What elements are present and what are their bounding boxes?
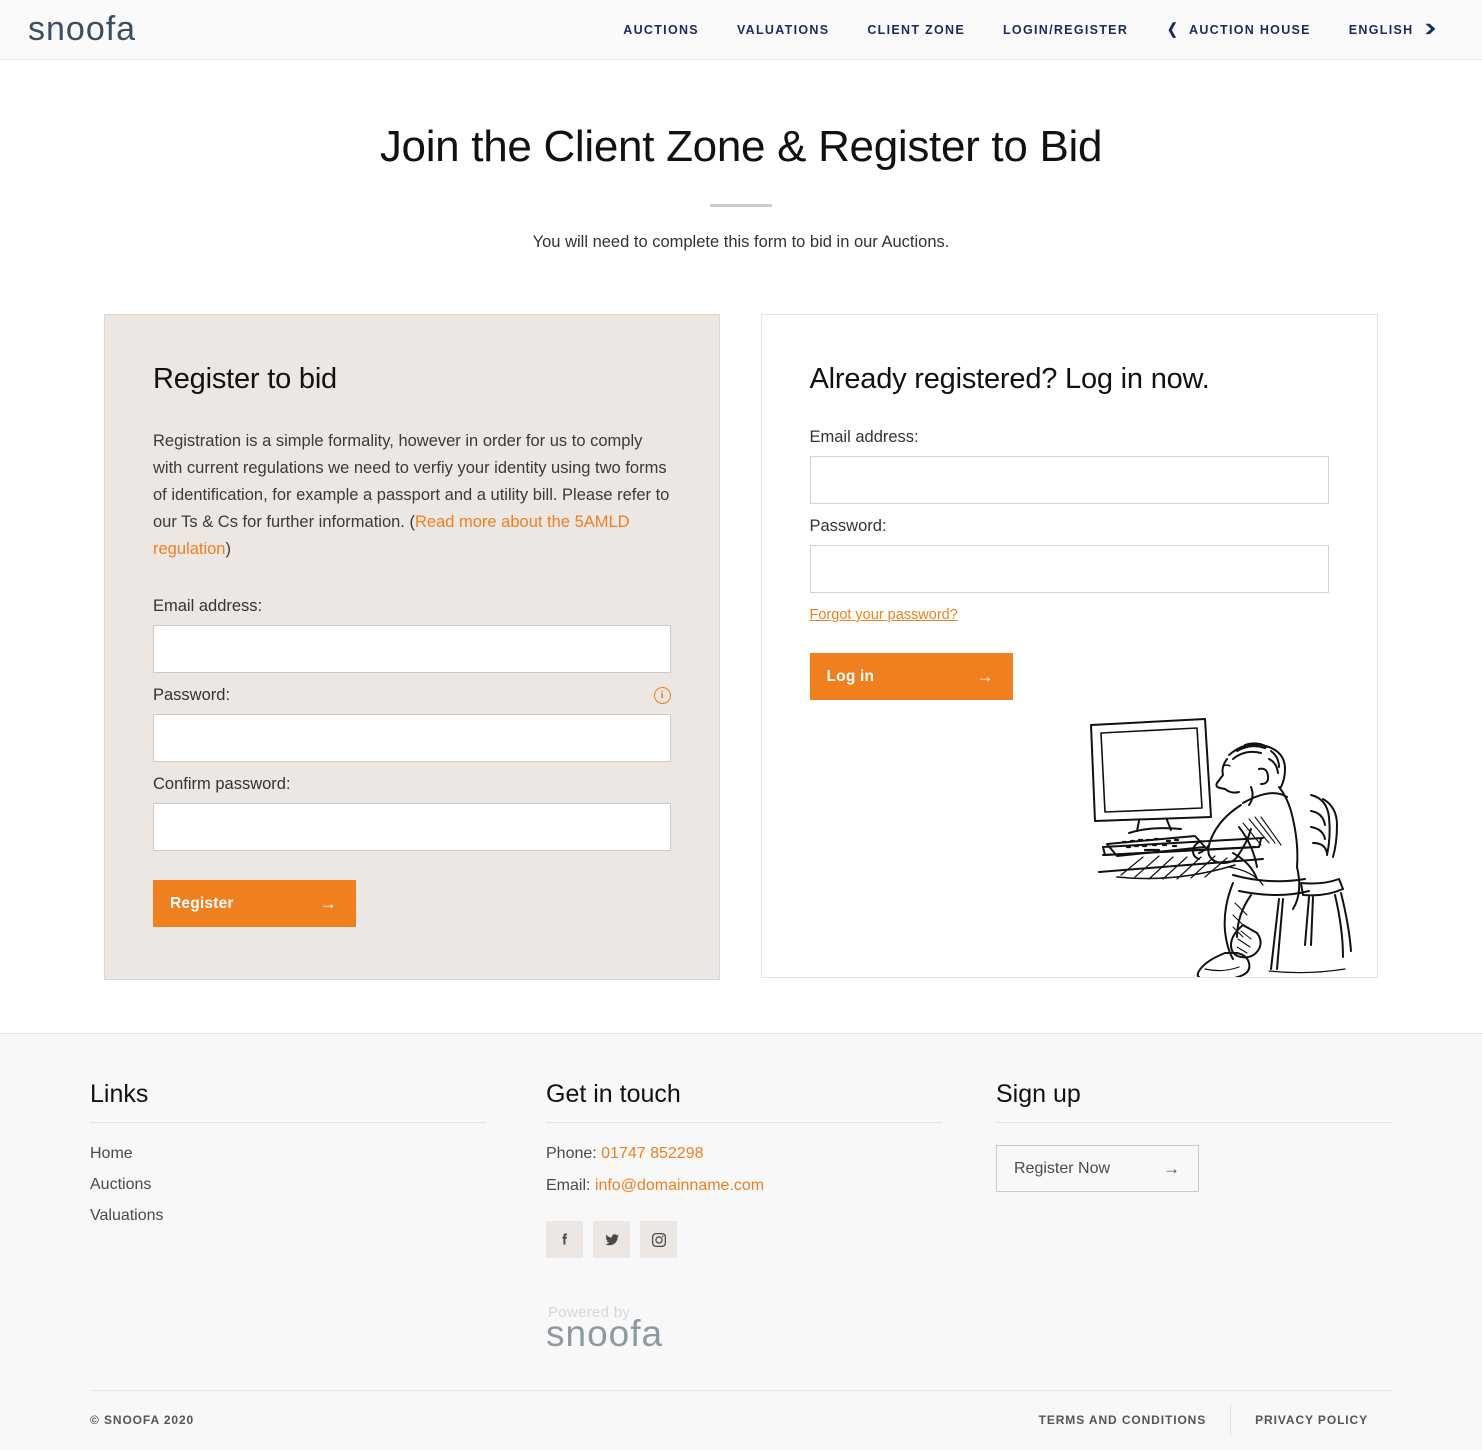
register-password-input[interactable] <box>153 714 671 762</box>
privacy-policy-link[interactable]: PRIVACY POLICY <box>1231 1413 1392 1427</box>
twitter-icon[interactable] <box>593 1221 630 1258</box>
login-panel-title: Already registered? Log in now. <box>809 363 1210 395</box>
forgot-password-row: Forgot your password? <box>810 606 1330 624</box>
register-email-label-row: Email address: <box>153 597 671 616</box>
login-email-label-row: Email address: <box>810 428 1330 447</box>
logo[interactable]: snoofa <box>28 12 136 46</box>
register-confirm-field-group: Confirm password: <box>153 775 671 851</box>
footer-phone-value[interactable]: 01747 852298 <box>601 1145 703 1162</box>
login-password-input[interactable] <box>809 545 1329 593</box>
nav-item-client-zone[interactable]: CLIENT ZONE <box>848 23 984 37</box>
login-email-label: Email address: <box>809 428 919 446</box>
footer-email-row: Email: info@domainname.com <box>546 1177 936 1195</box>
login-password-label-row: Password: <box>810 517 1330 536</box>
nav-label: ENGLISH <box>1348 22 1414 37</box>
footer-signup-divider <box>996 1122 1392 1123</box>
footer-email-value[interactable]: info@domainname.com <box>595 1177 764 1194</box>
footer-phone-label: Phone: <box>546 1145 602 1162</box>
register-panel-title: Register to bid <box>153 363 337 395</box>
login-panel: Already registered? Log in now. Email ad… <box>760 314 1378 978</box>
footer-signup-heading: Sign up <box>996 1080 1081 1108</box>
register-confirm-input[interactable] <box>153 803 671 851</box>
footer-contact-column: Get in touch Phone: 01747 852298 Email: … <box>546 1080 996 1354</box>
register-confirm-label: Confirm password: <box>153 775 291 793</box>
nav-item-auctions[interactable]: AUCTIONS <box>604 23 718 37</box>
register-button-label: Register <box>170 894 234 912</box>
footer-link-auctions[interactable]: Auctions <box>90 1176 486 1194</box>
register-confirm-label-row: Confirm password: <box>153 775 671 794</box>
register-now-button[interactable]: Register Now → <box>996 1145 1199 1192</box>
arrow-right-icon: → <box>1163 1158 1180 1178</box>
register-panel: Register to bid Registration is a simple… <box>104 314 720 980</box>
register-button[interactable]: Register → <box>153 880 356 927</box>
forgot-password-link[interactable]: Forgot your password? <box>810 607 958 623</box>
footer-links-column: Links Home Auctions Valuations <box>90 1080 546 1354</box>
person-at-computer-illustration <box>1083 707 1368 977</box>
site-footer: Links Home Auctions Valuations Get in to… <box>0 1033 1482 1450</box>
register-email-input[interactable] <box>153 625 671 673</box>
footer-links-heading: Links <box>90 1080 149 1108</box>
forms-area: Register to bid Registration is a simple… <box>0 252 1482 980</box>
footer-columns: Links Home Auctions Valuations Get in to… <box>90 1080 1392 1354</box>
register-panel-description: Registration is a simple formality, howe… <box>153 428 671 563</box>
register-password-field-group: Password: i <box>153 686 671 762</box>
footer-contact-divider <box>546 1122 942 1123</box>
page-subtitle: You will need to complete this form to b… <box>532 233 950 251</box>
nav-item-valuations[interactable]: VALUATIONS <box>718 23 848 37</box>
nav-item-auction-house[interactable]: ❮ AUCTION HOUSE <box>1147 22 1330 37</box>
instagram-icon[interactable] <box>640 1221 677 1258</box>
title-divider <box>710 204 772 207</box>
login-password-field-group: Password: <box>809 517 1330 593</box>
powered-by-badge: Powered by snoofa <box>546 1304 776 1354</box>
login-button[interactable]: Log in → <box>809 653 1013 700</box>
page-title: Join the Client Zone & Register to Bid <box>379 122 1103 171</box>
chevron-down-icon: ❯ <box>1423 23 1440 35</box>
footer-bottom-bar: © SNOOFA 2020 TERMS AND CONDITIONS PRIVA… <box>90 1389 1392 1450</box>
nav-label: VALUATIONS <box>736 22 830 37</box>
terms-and-conditions-link[interactable]: TERMS AND CONDITIONS <box>1015 1413 1231 1427</box>
social-links <box>546 1221 936 1258</box>
nav-item-login-register[interactable]: LOGIN/REGISTER <box>984 23 1147 37</box>
copyright-text: © SNOOFA 2020 <box>90 1413 195 1428</box>
info-icon[interactable]: i <box>653 687 671 704</box>
nav-label: AUCTIONS <box>623 22 699 37</box>
login-email-input[interactable] <box>809 456 1329 504</box>
footer-signup-column: Sign up Register Now → <box>996 1080 1392 1354</box>
footer-email-label: Email: <box>546 1177 595 1194</box>
footer-link-valuations[interactable]: Valuations <box>90 1207 486 1225</box>
login-email-field-group: Email address: <box>809 428 1330 504</box>
nav-label: LOGIN/REGISTER <box>1003 22 1129 37</box>
nav-label: AUCTION HOUSE <box>1189 22 1311 37</box>
register-password-label-row: Password: i <box>153 686 671 705</box>
chevron-left-icon: ❮ <box>1167 21 1179 38</box>
site-header: snoofa AUCTIONS VALUATIONS CLIENT ZONE L… <box>0 0 1482 60</box>
login-button-label: Log in <box>826 667 875 685</box>
powered-by-logo: snoofa <box>546 1313 664 1354</box>
footer-link-home[interactable]: Home <box>90 1145 486 1163</box>
arrow-right-icon: → <box>319 893 337 913</box>
arrow-right-icon: → <box>976 666 994 686</box>
nav-item-language[interactable]: ENGLISH ❯ <box>1330 23 1456 37</box>
footer-contact-heading: Get in touch <box>546 1080 681 1108</box>
nav-label: CLIENT ZONE <box>867 22 965 37</box>
register-now-label: Register Now <box>1014 1159 1111 1177</box>
facebook-icon[interactable] <box>546 1221 583 1258</box>
footer-phone-row: Phone: 01747 852298 <box>546 1145 936 1163</box>
register-email-label: Email address: <box>153 597 263 615</box>
register-email-field-group: Email address: <box>153 597 671 673</box>
paren-close: ) <box>225 540 231 558</box>
footer-links-divider <box>90 1122 486 1123</box>
hero-section: Join the Client Zone & Register to Bid Y… <box>0 60 1482 252</box>
login-password-label: Password: <box>809 517 887 535</box>
register-password-label: Password: <box>153 686 231 704</box>
main-navigation: AUCTIONS VALUATIONS CLIENT ZONE LOGIN/RE… <box>604 22 1456 37</box>
